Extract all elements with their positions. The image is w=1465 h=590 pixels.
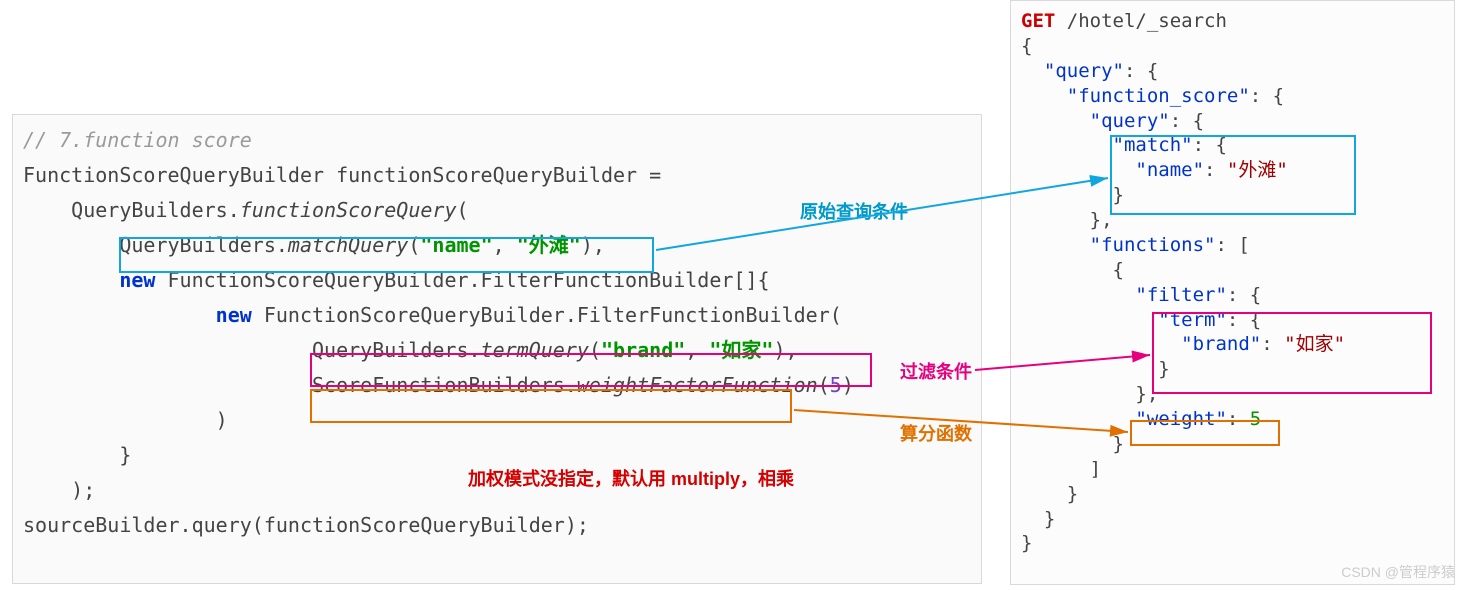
label-filter: 过滤条件: [900, 358, 972, 384]
json-code-box: GET /hotel/_search { "query": { "functio…: [1010, 0, 1455, 585]
label-multiply: 加权模式没指定，默认用 multiply，相乘: [468, 465, 794, 491]
java-code-box: // 7.function score FunctionScoreQueryBu…: [12, 114, 982, 584]
code-comment: // 7.function score: [23, 128, 252, 152]
label-original-query: 原始查询条件: [800, 198, 908, 224]
label-score-function: 算分函数: [900, 420, 972, 446]
watermark: CSDN @管程序猿: [1341, 562, 1455, 582]
json-code: GET /hotel/_search { "query": { "functio…: [1011, 1, 1454, 564]
